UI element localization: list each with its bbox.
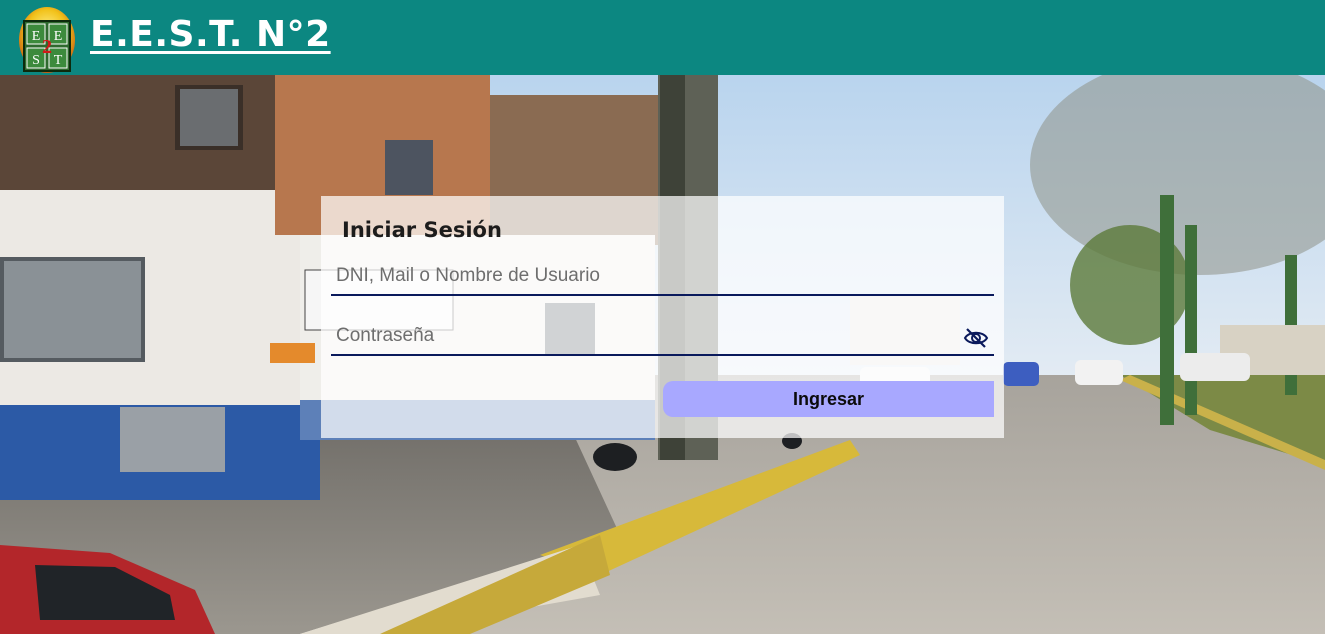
site-title-link[interactable]: E.E.S.T. N°2 — [90, 14, 331, 55]
eye-slash-icon[interactable] — [963, 327, 989, 349]
site-header: E E S T 2 E.E.S.T. N°2 — [0, 0, 1325, 75]
school-logo[interactable]: E E S T 2 — [18, 3, 76, 73]
logo-letter-2: E — [54, 29, 63, 44]
logo-letter-1: E — [32, 29, 41, 44]
login-form: Iniciar Sesión Ingresar — [321, 196, 1004, 438]
password-input[interactable] — [331, 318, 994, 356]
page: E E S T 2 E.E.S.T. N°2 Iniciar Sesión DN… — [0, 0, 1325, 634]
username-input[interactable] — [331, 258, 994, 296]
logo-letter-3: S — [32, 53, 40, 68]
login-submit-button[interactable]: Ingresar — [663, 381, 994, 417]
logo-letter-4: T — [54, 53, 63, 68]
login-title: Iniciar Sesión — [342, 218, 502, 242]
logo-number: 2 — [42, 36, 52, 58]
